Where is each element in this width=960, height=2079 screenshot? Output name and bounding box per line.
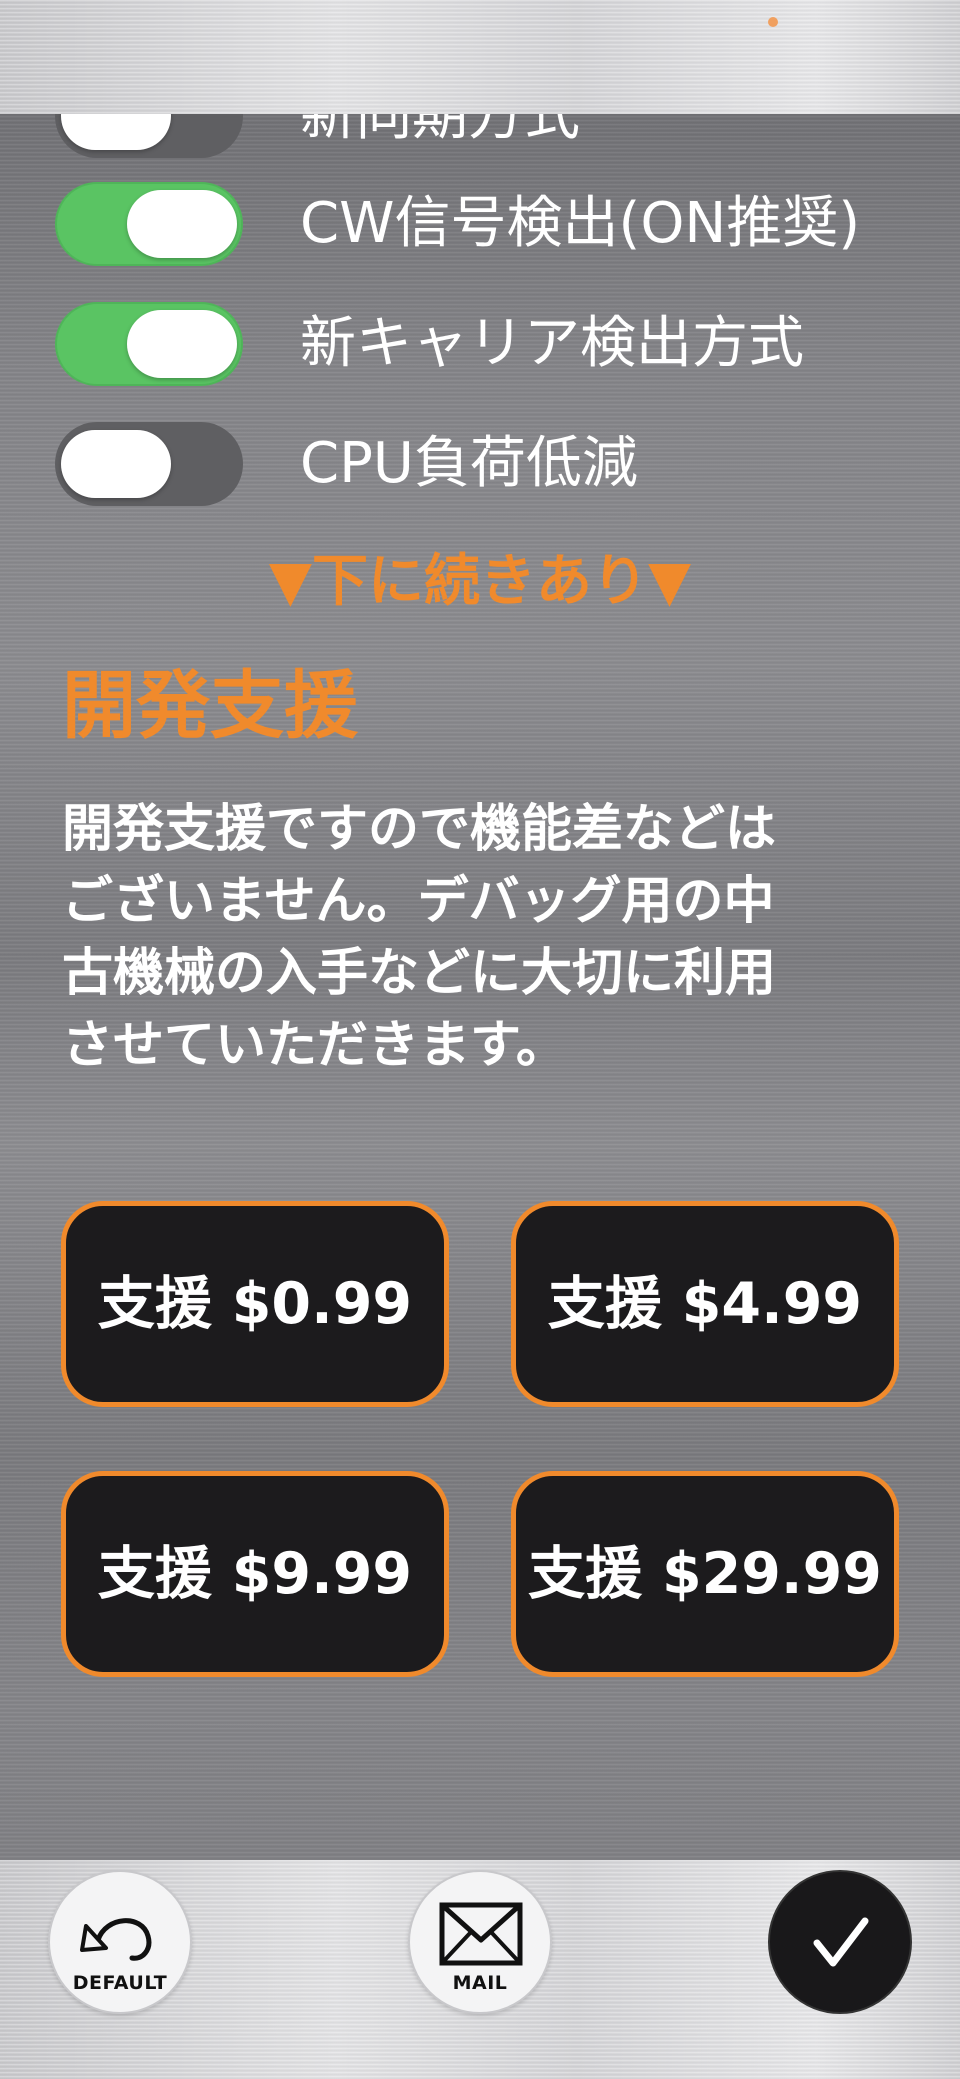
checkmark-icon — [813, 1917, 869, 1967]
default-button[interactable]: DEFAULT — [48, 1870, 192, 2014]
support-description-line: させていただきます。 — [62, 1016, 567, 1075]
toggle-row-cw-detect: CW信号検出(ON推奨) — [0, 182, 960, 266]
support-description: 開発支援ですので機能差などは ございません。デバッグ用の中 古機械の入手などに大… — [62, 794, 922, 1082]
more-below-indicator: ▼下に続きあり▼ — [268, 549, 692, 614]
cpu-load-toggle[interactable] — [55, 422, 243, 506]
support-29-99-button[interactable]: 支援 $29.99 — [511, 1471, 899, 1677]
default-label: DEFAULT — [72, 1972, 168, 1994]
support-description-line: 開発支援ですので機能差などは — [62, 800, 777, 859]
toggle-row-carrier-detect: 新キャリア検出方式 — [0, 302, 960, 386]
undo-arrow-icon — [80, 1918, 152, 1961]
toggle-row-sync-method: 新同期方式 — [0, 114, 960, 158]
sync-method-label: 新同期方式 — [300, 114, 580, 148]
toggle-row-cpu-load: CPU負荷低減 — [0, 422, 960, 506]
done-button[interactable] — [768, 1870, 912, 2014]
toggle-knob — [61, 430, 171, 498]
cpu-load-label: CPU負荷低減 — [300, 431, 638, 496]
toggle-knob — [61, 114, 171, 150]
support-4-99-button[interactable]: 支援 $4.99 — [511, 1201, 899, 1407]
carrier-detect-toggle[interactable] — [55, 302, 243, 386]
settings-scroll-area[interactable]: 新同期方式 CW信号検出(ON推奨) 新キャリア検出方式 CPU負荷低減 ▼下に… — [0, 114, 960, 1860]
sync-method-toggle[interactable] — [55, 114, 243, 158]
bottom-toolbar: DEFAULT MAIL — [0, 1860, 960, 2079]
support-section-title: 開発支援 — [62, 663, 358, 749]
carrier-detect-label: 新キャリア検出方式 — [300, 311, 804, 376]
envelope-icon — [439, 1902, 523, 1966]
support-9-99-button[interactable]: 支援 $9.99 — [61, 1471, 449, 1677]
support-description-line: 古機械の入手などに大切に利用 — [62, 944, 777, 1003]
mail-button[interactable]: MAIL — [408, 1870, 552, 2014]
cw-detect-label: CW信号検出(ON推奨) — [300, 191, 861, 256]
toggle-knob — [127, 190, 237, 258]
mail-label: MAIL — [452, 1972, 508, 1994]
status-indicator-dot — [768, 17, 778, 27]
top-bar — [0, 0, 960, 114]
cw-detect-toggle[interactable] — [55, 182, 243, 266]
support-description-line: ございません。デバッグ用の中 — [62, 872, 775, 931]
support-0-99-button[interactable]: 支援 $0.99 — [61, 1201, 449, 1407]
toggle-knob — [127, 310, 237, 378]
